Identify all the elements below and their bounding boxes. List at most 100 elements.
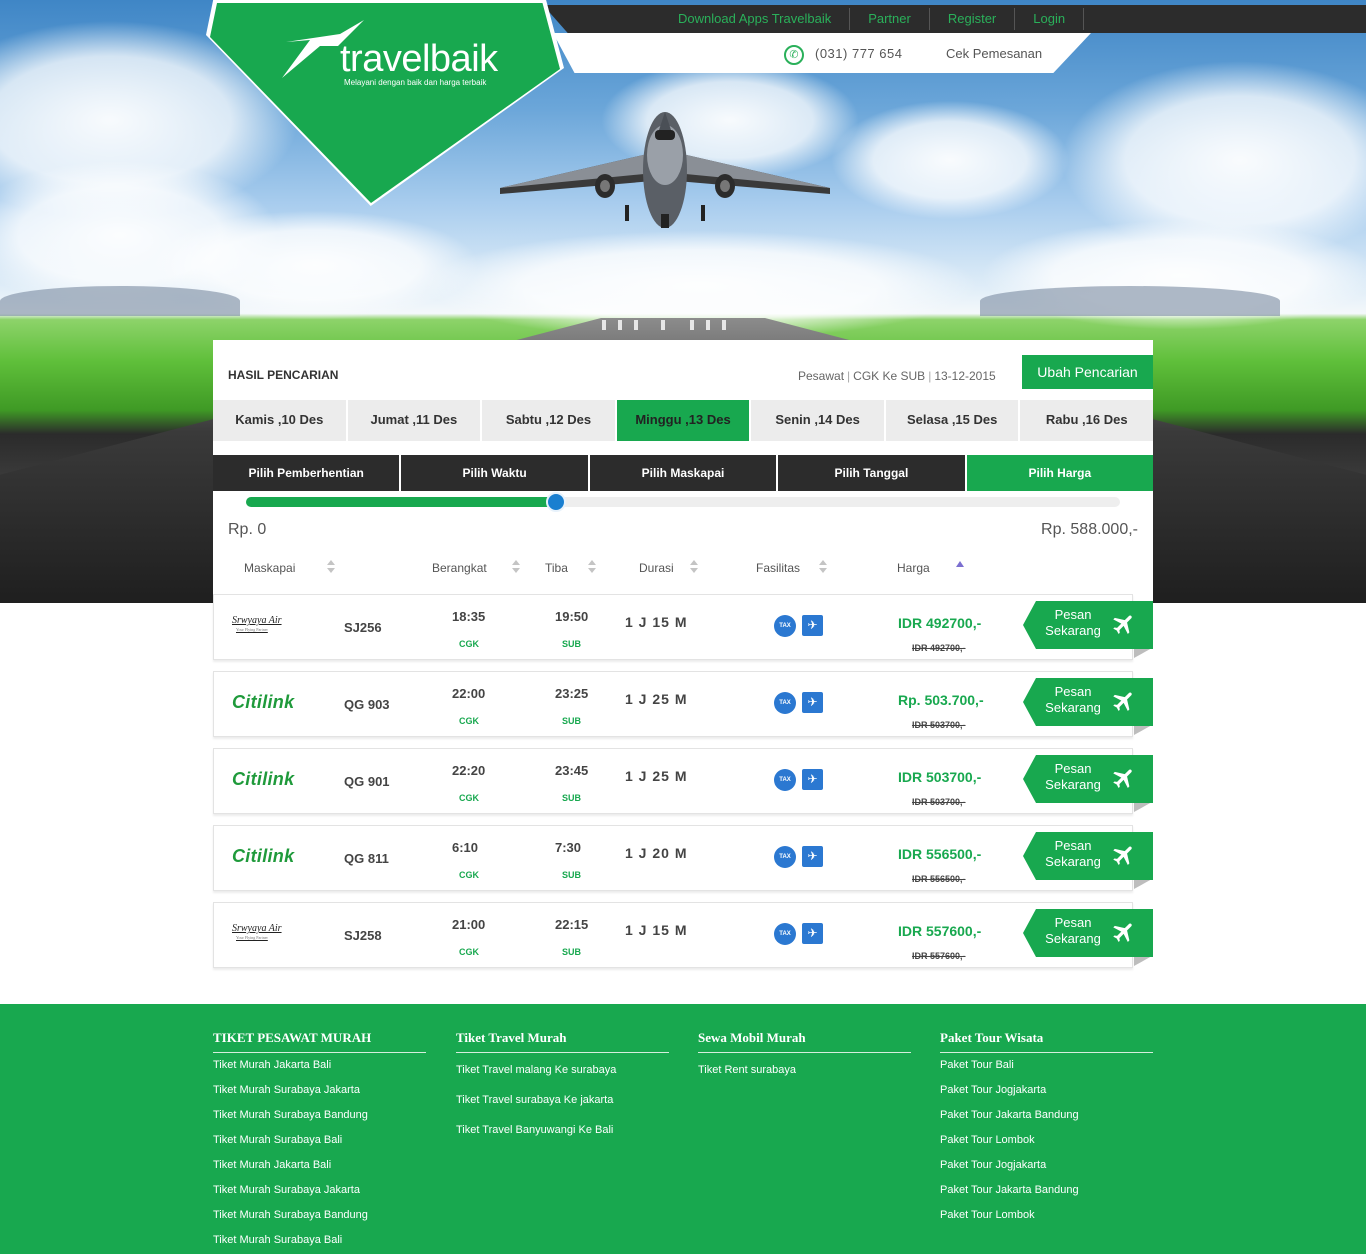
filter-date-tab[interactable]: Pilih Tanggal xyxy=(778,455,965,491)
footer-link[interactable]: Paket Tour Bali xyxy=(940,1059,1153,1072)
date-tab[interactable]: Selasa ,15 Des xyxy=(885,400,1019,441)
login-link[interactable]: Login xyxy=(1015,8,1085,30)
book-now-button[interactable]: Pesan Sekarang xyxy=(1023,601,1153,649)
search-date: 13-12-2015 xyxy=(934,369,996,383)
date-tab[interactable]: Jumat ,11 Des xyxy=(347,400,481,441)
download-apps-link[interactable]: Download Apps Travelbaik xyxy=(660,8,851,30)
register-link[interactable]: Register xyxy=(930,8,1016,30)
book-now-label: Pesan Sekarang xyxy=(1042,838,1104,870)
filter-airline-tab[interactable]: Pilih Maskapai xyxy=(589,455,777,491)
runway-marking xyxy=(722,320,726,330)
airline-name: Citilink xyxy=(232,769,295,789)
flight-old-price: IDR 556500,- xyxy=(912,874,966,884)
column-header-airline[interactable]: Maskapai xyxy=(244,561,295,575)
departure-airport: CGK xyxy=(459,639,479,649)
book-label-line2: Sekarang xyxy=(1045,700,1101,715)
date-tabs: Kamis ,10 Des Jumat ,11 Des Sabtu ,12 De… xyxy=(213,400,1154,441)
price-min-label: Rp. 0 xyxy=(228,521,267,538)
flight-duration: 1 J 15 M xyxy=(625,922,688,938)
airline-slogan: Your Flying Partner xyxy=(236,627,268,632)
price-slider-handle[interactable] xyxy=(546,492,566,512)
runway-marking xyxy=(706,320,710,330)
filter-price-tab[interactable]: Pilih Harga xyxy=(966,455,1154,491)
airline-logo: Citilink xyxy=(232,769,302,793)
flight-code: SJ258 xyxy=(344,928,382,943)
phone-icon: ✆ xyxy=(784,45,804,65)
flight-old-price: IDR 503700,- xyxy=(912,797,966,807)
footer-link[interactable]: Tiket Murah Surabaya Jakarta xyxy=(213,1184,426,1197)
filter-stops-tab[interactable]: Pilih Pemberhentian xyxy=(213,455,400,491)
book-now-button[interactable]: Pesan Sekarang xyxy=(1023,755,1153,803)
column-header-facilities[interactable]: Fasilitas xyxy=(756,561,800,575)
sort-icon[interactable] xyxy=(327,560,335,574)
footer-link[interactable]: Tiket Murah Jakarta Bali xyxy=(213,1059,426,1072)
arrival-time: 22:15 xyxy=(555,917,589,932)
book-label-line2: Sekarang xyxy=(1045,623,1101,638)
date-tab[interactable]: Kamis ,10 Des xyxy=(213,400,346,441)
flight-duration: 1 J 20 M xyxy=(625,845,688,861)
footer-link[interactable]: Paket Tour Jogjakarta xyxy=(940,1084,1153,1097)
flight-old-price: IDR 503700,- xyxy=(912,720,966,730)
baggage-icon: ✈ xyxy=(802,615,823,636)
footer-link[interactable]: Paket Tour Jogjakarta xyxy=(940,1159,1153,1172)
sort-icon[interactable] xyxy=(588,560,596,574)
footer-column: Paket Tour Wisata Paket Tour Bali Paket To… xyxy=(940,1030,1153,1222)
book-now-button[interactable]: Pesan Sekarang xyxy=(1023,832,1153,880)
sort-ascending-icon[interactable] xyxy=(956,561,964,567)
footer-link[interactable]: Tiket Murah Surabaya Bali xyxy=(213,1234,426,1247)
filter-time-tab[interactable]: Pilih Waktu xyxy=(401,455,588,491)
footer-link[interactable]: Tiket Travel malang Ke surabaya xyxy=(456,1064,669,1077)
footer-link[interactable]: Tiket Travel surabaya Ke jakarta xyxy=(456,1094,669,1107)
flight-price: Rp. 503.700,- xyxy=(898,692,984,708)
airline-name: Srwyaya Air xyxy=(232,923,282,934)
footer-link[interactable]: Tiket Travel Banyuwangi Ke Bali xyxy=(456,1124,669,1137)
departure-time: 22:20 xyxy=(452,763,486,778)
airline-logo: Citilink xyxy=(232,692,302,716)
cek-pemesanan-link[interactable]: Cek Pemesanan xyxy=(946,46,1042,61)
footer-link[interactable]: Paket Tour Jakarta Bandung xyxy=(940,1109,1153,1122)
footer-link[interactable]: Tiket Murah Surabaya Bali xyxy=(213,1134,426,1147)
date-tab[interactable]: Sabtu ,12 Des xyxy=(482,400,615,441)
book-label-line1: Pesan xyxy=(1054,838,1092,853)
column-header-arrive[interactable]: Tiba xyxy=(545,561,568,575)
date-tab-active[interactable]: Minggu ,13 Des xyxy=(616,400,750,441)
flight-code: QG 811 xyxy=(344,851,389,866)
footer-link[interactable]: Paket Tour Lombok xyxy=(940,1134,1153,1147)
button-fold xyxy=(1134,725,1152,735)
column-header-price[interactable]: Harga xyxy=(897,561,930,575)
column-header-duration[interactable]: Durasi xyxy=(639,561,674,575)
arrival-airport: SUB xyxy=(562,716,582,726)
footer-link[interactable]: Paket Tour Jakarta Bandung xyxy=(940,1184,1153,1197)
footer-link[interactable]: Tiket Murah Surabaya Bandung xyxy=(213,1109,426,1122)
airline-logo: Srwyaya Air Your Flying Partner xyxy=(232,615,302,639)
book-now-button[interactable]: Pesan Sekarang xyxy=(1023,909,1153,957)
sort-icon[interactable] xyxy=(819,560,827,574)
date-tab[interactable]: Rabu ,16 Des xyxy=(1020,400,1154,441)
button-fold xyxy=(1134,879,1152,889)
book-now-button[interactable]: Pesan Sekarang xyxy=(1023,678,1153,726)
arrival-airport: SUB xyxy=(562,870,582,880)
airline-logo: Citilink xyxy=(232,846,302,870)
footer-link[interactable]: Tiket Murah Jakarta Bali xyxy=(213,1159,426,1172)
sort-icon[interactable] xyxy=(690,560,698,574)
footer-heading: Tiket Travel Murah xyxy=(456,1030,669,1053)
footer-link[interactable]: Tiket Murah Surabaya Bandung xyxy=(213,1209,426,1222)
column-header-depart[interactable]: Berangkat xyxy=(432,561,487,575)
footer-link[interactable]: Paket Tour Lombok xyxy=(940,1209,1153,1222)
flight-row: Citilink QG 901 22:20 CGK 23:45 SUB 1 J … xyxy=(213,748,1153,814)
search-summary: Pesawat | CGK Ke SUB | 13-12-2015 xyxy=(798,369,996,383)
footer-link[interactable]: Tiket Rent surabaya xyxy=(698,1064,911,1077)
baggage-icon: ✈ xyxy=(802,692,823,713)
sort-icon[interactable] xyxy=(512,560,520,574)
book-label-line1: Pesan xyxy=(1054,607,1092,622)
footer-link[interactable]: Tiket Murah Surabaya Jakarta xyxy=(213,1084,426,1097)
tax-included-icon: TAX xyxy=(774,692,796,714)
footer-column: Tiket Travel Murah Tiket Travel malang Ke… xyxy=(456,1030,669,1137)
arrival-time: 23:45 xyxy=(555,763,589,778)
change-search-button[interactable]: Ubah Pencarian xyxy=(1022,355,1153,389)
date-tab[interactable]: Senin ,14 Des xyxy=(751,400,884,441)
flight-price: IDR 557600,- xyxy=(898,923,982,939)
flight-old-price: IDR 557600,- xyxy=(912,951,966,961)
partner-link[interactable]: Partner xyxy=(850,8,930,30)
flight-duration: 1 J 25 M xyxy=(625,691,688,707)
